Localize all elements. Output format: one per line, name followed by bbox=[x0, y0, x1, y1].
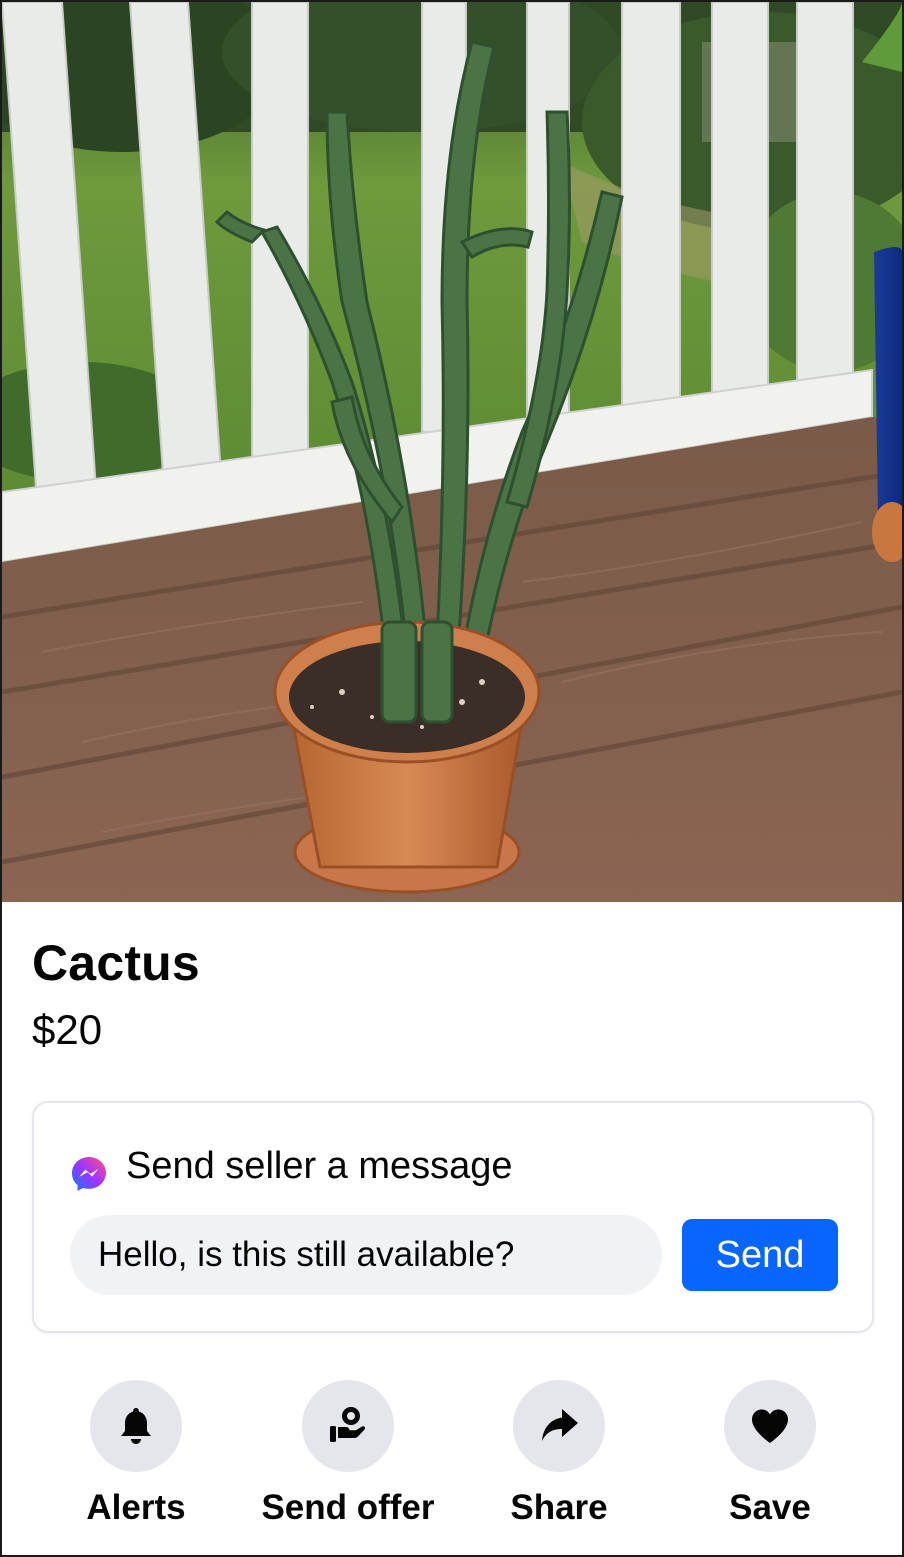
messenger-icon bbox=[70, 1155, 108, 1193]
listing-price: $20 bbox=[32, 1006, 103, 1053]
share-label: Share bbox=[510, 1488, 608, 1527]
listing-photo[interactable] bbox=[2, 2, 902, 902]
offer-icon bbox=[330, 1407, 366, 1442]
listing-actions: Alerts Send offer Share Save bbox=[2, 1380, 902, 1540]
save-action[interactable]: Save bbox=[660, 1380, 880, 1528]
alerts-action[interactable]: Alerts bbox=[26, 1380, 246, 1528]
share-button[interactable] bbox=[513, 1380, 605, 1472]
send-offer-label: Send offer bbox=[261, 1488, 435, 1527]
cactus-photo-illustration bbox=[2, 2, 902, 902]
listing-screen: Cactus $20 Send seller a message Hello, … bbox=[0, 0, 904, 1557]
listing-title: Cactus bbox=[32, 935, 200, 991]
bell-icon bbox=[121, 1408, 151, 1444]
alerts-button[interactable] bbox=[90, 1380, 182, 1472]
send-offer-button[interactable] bbox=[302, 1380, 394, 1472]
alerts-label: Alerts bbox=[86, 1488, 186, 1527]
send-offer-action[interactable]: Send offer bbox=[238, 1380, 458, 1528]
message-card-header: Send seller a message bbox=[70, 1139, 513, 1193]
message-input[interactable]: Hello, is this still available? bbox=[70, 1215, 662, 1295]
message-seller-card: Send seller a message Hello, is this sti… bbox=[32, 1101, 874, 1333]
message-card-title: Send seller a message bbox=[126, 1144, 513, 1187]
save-button[interactable] bbox=[724, 1380, 816, 1472]
share-icon bbox=[542, 1409, 578, 1441]
heart-icon bbox=[752, 1409, 788, 1443]
share-action[interactable]: Share bbox=[449, 1380, 669, 1528]
send-button[interactable]: Send bbox=[682, 1219, 838, 1291]
save-label: Save bbox=[729, 1488, 811, 1527]
